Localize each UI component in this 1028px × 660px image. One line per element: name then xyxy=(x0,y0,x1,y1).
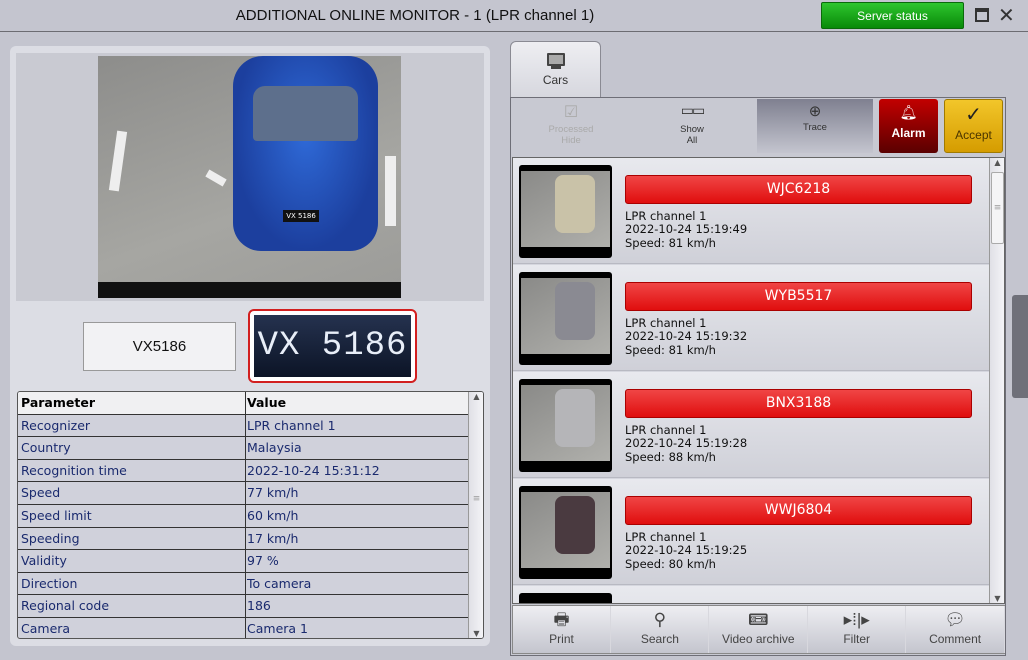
item-time: 2022-10-24 15:19:28 xyxy=(625,436,748,450)
vehicle-thumbnail xyxy=(519,379,612,472)
filter-icon: ▸⁞|▸ xyxy=(843,610,870,629)
vehicle-thumbnail xyxy=(519,272,612,365)
plate-number-bar: WWJ6804 xyxy=(625,496,972,525)
parameter-name: Recognizer xyxy=(21,417,91,433)
table-row[interactable]: Speed 77 km/h xyxy=(18,482,468,505)
parameters-table: Parameter Value Recognizer LPR channel 1C… xyxy=(17,391,484,639)
cars-list: WJC6218 LPR channel 1 2022-10-24 15:19:4… xyxy=(512,157,1005,604)
item-channel: LPR channel 1 xyxy=(625,316,707,330)
table-row[interactable]: Validity 97 % xyxy=(18,550,468,573)
maximize-icon[interactable] xyxy=(975,8,989,22)
search-icon: ⚲ xyxy=(653,610,667,629)
table-row[interactable]: Speeding 17 km/h xyxy=(18,527,468,551)
alarm-button[interactable]: 🔔︎ Alarm xyxy=(879,99,938,153)
parameter-value: LPR channel 1 xyxy=(245,414,336,437)
side-panel-handle[interactable] xyxy=(1012,295,1028,398)
print-button[interactable]: 🖶︎ Print xyxy=(513,606,611,653)
list-scrollbar[interactable]: ▲ ≡ ▼ xyxy=(989,158,1004,603)
monitor-icon xyxy=(546,53,565,66)
plate-number-bar: WJC6218 xyxy=(625,175,972,204)
item-channel: LPR channel 1 xyxy=(625,530,707,544)
plate-number-bar: WYB5517 xyxy=(625,282,972,311)
printer-icon: 🖶︎ xyxy=(553,610,570,629)
bell-icon: 🔔︎ xyxy=(899,104,918,120)
video-archive-icon: 📼︎ xyxy=(747,610,770,629)
layout-icon: ▭▭ xyxy=(680,102,705,118)
parameter-value: 186 xyxy=(245,595,271,618)
parameter-name: Speeding xyxy=(21,530,80,546)
parameter-name: Camera xyxy=(21,621,71,636)
list-item[interactable] xyxy=(513,586,989,603)
table-header: Parameter Value xyxy=(18,392,468,415)
table-row[interactable]: Direction To camera xyxy=(18,572,468,596)
table-row[interactable]: Regional code 186 xyxy=(18,595,468,618)
table-row[interactable]: Recognizer LPR channel 1 xyxy=(18,414,468,438)
processed-check-icon: ☑ xyxy=(563,104,579,121)
parameter-name: Recognition time xyxy=(21,462,127,478)
parameter-name: Direction xyxy=(21,575,78,591)
item-speed: Speed: 80 km/h xyxy=(625,557,716,571)
table-row[interactable]: Camera Camera 1 xyxy=(18,618,468,638)
parameter-value: Camera 1 xyxy=(245,618,308,638)
plate-number: VX5186 xyxy=(83,322,236,371)
parameter-name: Speed limit xyxy=(21,508,92,523)
item-time: 2022-10-24 15:19:32 xyxy=(625,329,748,343)
parameter-value: 17 km/h xyxy=(245,527,298,550)
item-speed: Speed: 88 km/h xyxy=(625,450,716,464)
close-icon[interactable]: ✕ xyxy=(998,3,1015,28)
processed-hide-button[interactable]: ☑ Processed Hide xyxy=(525,102,617,146)
item-channel: LPR channel 1 xyxy=(625,209,707,223)
table-row[interactable]: Speed limit 60 km/h xyxy=(18,505,468,528)
server-status-button[interactable]: Server status xyxy=(821,2,964,29)
trace-button[interactable]: ⊕ Trace xyxy=(757,99,873,153)
tab-cars[interactable]: Cars xyxy=(510,41,601,98)
crosshair-icon: ⊕ xyxy=(808,103,822,120)
list-item[interactable]: BNX3188 LPR channel 1 2022-10-24 15:19:2… xyxy=(513,372,989,478)
video-archive-button[interactable]: 📼︎ Video archive xyxy=(710,606,808,653)
car-plate: VX 5186 xyxy=(283,210,319,222)
bottom-toolbar: 🖶︎ Print ⚲ Search 📼︎ Video archive ▸⁞|▸ Filter 💬… xyxy=(512,605,1005,654)
vehicle-thumbnail xyxy=(519,486,612,579)
parameter-value: 60 km/h xyxy=(245,505,298,527)
parameter-name: Speed xyxy=(21,485,61,501)
list-item[interactable]: WWJ6804 LPR channel 1 2022-10-24 15:19:2… xyxy=(513,479,989,585)
search-button[interactable]: ⚲ Search xyxy=(611,606,710,653)
parameter-name: Country xyxy=(21,440,71,456)
show-all-button[interactable]: ▭▭ Show All xyxy=(646,102,738,146)
parameter-name: Regional code xyxy=(21,598,110,614)
parameter-value: 2022-10-24 15:31:12 xyxy=(245,459,380,482)
parameter-value: Malaysia xyxy=(245,437,302,460)
comment-icon: 💬︎ xyxy=(944,610,966,629)
filter-button[interactable]: ▸⁞|▸ Filter xyxy=(808,606,907,653)
table-scrollbar[interactable]: ▲ ≡ ▼ xyxy=(468,392,483,638)
vehicle-photo: VX 5186 xyxy=(98,56,401,298)
comment-button[interactable]: 💬︎ Comment xyxy=(907,606,1005,653)
list-item[interactable]: WYB5517 LPR channel 1 2022-10-24 15:19:3… xyxy=(513,265,989,371)
accept-button[interactable]: ✓ Accept xyxy=(944,99,1003,153)
checkmark-icon: ✓ xyxy=(965,104,982,126)
item-time: 2022-10-24 15:19:49 xyxy=(625,222,748,236)
parameter-value: 97 % xyxy=(245,550,279,573)
parameter-name: Validity xyxy=(21,553,67,569)
item-time: 2022-10-24 15:19:25 xyxy=(625,543,748,557)
parameter-value: To camera xyxy=(245,572,311,595)
list-item[interactable]: WJC6218 LPR channel 1 2022-10-24 15:19:4… xyxy=(513,158,989,264)
title-bar: ADDITIONAL ONLINE MONITOR - 1 (LPR chann… xyxy=(0,0,1028,32)
table-row[interactable]: Recognition time 2022-10-24 15:31:12 xyxy=(18,459,468,483)
parameter-value: 77 km/h xyxy=(245,482,298,505)
item-channel: LPR channel 1 xyxy=(625,423,707,437)
item-speed: Speed: 81 km/h xyxy=(625,236,716,250)
scroll-thumb[interactable]: ≡ xyxy=(991,172,1004,244)
window-title: ADDITIONAL ONLINE MONITOR - 1 (LPR chann… xyxy=(235,7,595,24)
table-row[interactable]: Country Malaysia xyxy=(18,437,468,460)
plate-crop-image: VX 5186 xyxy=(248,309,417,383)
item-speed: Speed: 81 km/h xyxy=(625,343,716,357)
plate-number-bar: BNX3188 xyxy=(625,389,972,418)
vehicle-thumbnail xyxy=(519,165,612,258)
